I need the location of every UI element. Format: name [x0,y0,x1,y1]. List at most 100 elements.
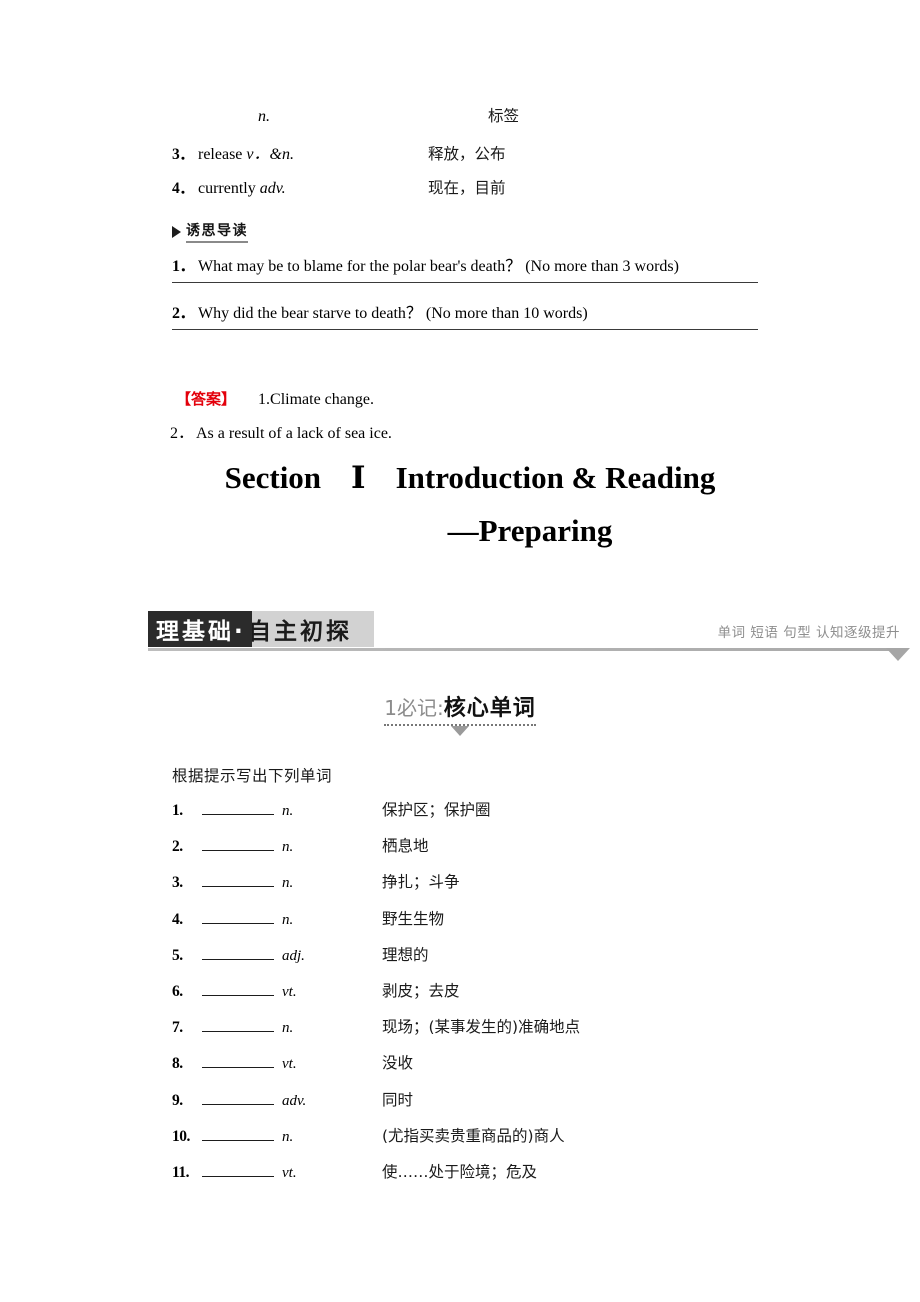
reading-guide-label: 诱思导读 [186,220,248,243]
wordlist: 1. n. 保护区；保护圈 2. n. 栖息地 3. n. 挣扎；斗争 4. n… [172,798,812,1196]
section-title-line-1: Section Ⅰ Introduction & Reading [140,462,800,493]
wordlist-pos-cell: vt. [202,1163,382,1182]
answer-label: 【答案】 [176,390,237,408]
vocab-chinese: 现在，目前 [428,179,506,197]
answer-write-line [172,282,758,283]
wordlist-number: 9. [172,1091,183,1109]
vocab-number: 4． [172,180,195,197]
wordlist-chinese: 同时 [382,1090,414,1109]
section-title: Section Ⅰ Introduction & Reading —Preparin… [140,462,800,546]
wordlist-number: 7. [172,1019,183,1037]
wordlist-blank[interactable] [202,910,274,924]
question-number: 2． [172,305,196,322]
wordlist-chinese: 野生生物 [382,909,445,928]
wordlist-blank[interactable] [202,873,274,888]
section-subject: Introduction & Reading [395,460,716,495]
triangle-down-icon [450,726,469,736]
answer-number-2: 2． [170,425,195,442]
wordlist-pos: adv. [282,1092,307,1109]
wordlist-blank[interactable] [202,1054,274,1069]
wordlist-pos-cell: vt. [202,982,382,1001]
answer-text-1: 1.Climate change. [258,391,374,408]
wordlist-blank[interactable] [202,801,274,815]
question-text: What may be to blame for the polar bear'… [198,258,679,275]
vocab-row: n. 标签 [172,104,792,140]
question-item: 2． Why did the bear starve to death？ (No… [172,299,782,323]
vocab-row: 4． currently adv. 现在，目前 [172,176,792,212]
wordlist-chinese: 挣扎；斗争 [382,873,460,892]
section-subtitle: —Preparing [447,513,613,548]
wordlist-number: 8. [172,1055,183,1073]
reading-guide-questions: 1． What may be to blame for the polar be… [172,252,782,346]
wordlist-number: 10. [172,1127,190,1145]
wordlist-number: 1. [172,802,183,819]
vocab-english: currently adv. [198,180,428,198]
answer-second-line: 2． As a result of a lack of sea ice. [170,419,776,443]
wordlist-row: 1. n. 保护区；保护圈 [172,798,812,834]
wordlist-instruction: 根据提示写出下列单词 [172,767,333,785]
banner-light-block: 自主初探 [246,611,374,647]
wordlist-blank[interactable] [202,982,274,996]
wordlist-row: 3. n. 挣扎；斗争 [172,870,812,906]
vocabulary-fragment: n. 标签 3． release v．&n. 释放，公布 4． currentl… [172,104,792,212]
wordlist-pos-cell: vt. [202,1054,382,1073]
answer-write-line [172,329,758,330]
wordlist-pos: n. [282,875,294,892]
wordlist-number: 6. [172,982,183,1000]
wordlist-row: 7. n. 现场；(某事发生的)准确地点 [172,1015,812,1051]
triangle-right-icon [172,225,181,238]
banner-subtitle: 单词 短语 句型 认知逐级提升 [717,625,900,641]
wordlist-pos: vt. [282,1056,297,1073]
wordlist-pos: n. [282,803,294,819]
wordlist-number: 3. [172,874,183,892]
wordlist-pos: vt. [282,983,297,1000]
wordlist-row: 4. n. 野生生物 [172,907,812,943]
wordlist-pos-cell: n. [202,1018,382,1037]
wordlist-chinese: 保护区；保护圈 [382,801,491,819]
wordlist-pos: n. [282,911,294,928]
wordlist-chinese: 栖息地 [382,837,429,856]
wordlist-blank[interactable] [202,1091,274,1105]
banner-dark-block: 理基础· [148,611,252,647]
vocab-word: release [198,146,243,163]
wordlist-pos: n. [282,839,294,856]
wordlist-chinese: 现场；(某事发生的)准确地点 [382,1018,581,1037]
document-page: n. 标签 3． release v．&n. 释放，公布 4． currentl… [0,0,920,1302]
wordlist-row: 9. adv. 同时 [172,1088,812,1124]
subsection-heading: 1必记:核心单词 [0,690,920,736]
section-word: Section [224,460,322,495]
subsection-title: 核心单词 [443,696,536,721]
wordlist-blank[interactable] [202,1018,274,1033]
wordlist-chinese: 没收 [382,1054,414,1073]
question-text: Why did the bear starve to death？ (No mo… [198,305,588,322]
answer-first-line: 【答案】 1.Climate change. [176,388,776,409]
wordlist-pos: vt. [282,1164,297,1181]
subsection-prefix: 1必记: [384,696,444,720]
triangle-down-icon [886,648,910,661]
wordlist-pos-cell: adv. [202,1091,382,1110]
subsection-heading-inner: 1必记:核心单词 [384,690,536,736]
banner-dark-text: 理基础· [156,619,246,645]
section-numeral: Ⅰ [351,460,366,495]
reading-guide-marker: 诱思导读 [172,220,248,243]
wordlist-number: 4. [172,910,183,928]
vocab-pos: adv. [259,180,286,197]
wordlist-row: 6. vt. 剥皮；去皮 [172,979,812,1015]
vocab-chinese: 释放，公布 [428,145,506,163]
wordlist-blank[interactable] [202,1163,274,1177]
wordlist-row: 10. n. (尤指买卖贵重商品的)商人 [172,1124,812,1160]
wordlist-blank[interactable] [202,946,274,960]
wordlist-pos-cell: n. [202,801,382,820]
vocab-word: currently [198,180,256,197]
wordlist-row: 11. vt. 使……处于险境；危及 [172,1160,812,1196]
wordlist-number: 11. [172,1163,190,1181]
wordlist-pos-cell: n. [202,1127,382,1146]
wordlist-blank[interactable] [202,837,274,852]
wordlist-chinese: 剥皮；去皮 [382,981,460,1000]
question-number: 1． [172,258,196,275]
wordlist-number: 2. [172,838,183,856]
wordlist-blank[interactable] [202,1127,274,1141]
wordlist-number: 5. [172,946,183,964]
banner-light-text: 自主初探 [248,619,352,645]
banner-rule [148,648,892,651]
